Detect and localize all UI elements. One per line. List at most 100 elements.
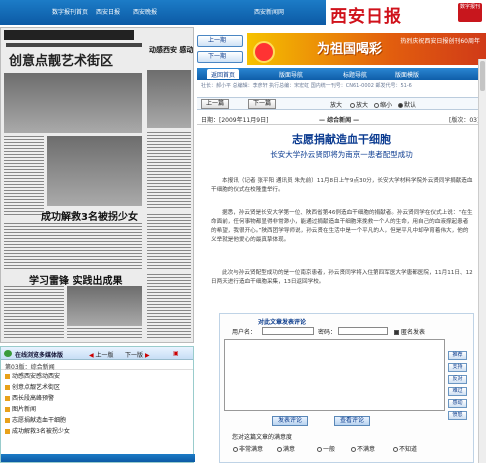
support-button[interactable]: 支持	[448, 363, 467, 372]
media-panel: 在线浏览多媒体版 ◀ 上一版 下一版 ▶ ▣ 第03版：综合新闻 动感西安感动西…	[0, 346, 195, 463]
pdf-icon[interactable]: ▣	[173, 350, 179, 357]
article-paragraph: 本报讯（记者 张平阳 通讯员 朱先前）11月8日上午9点30分，长安大学材料学院…	[211, 178, 473, 193]
next-article-button[interactable]: 下一篇	[248, 99, 277, 109]
globe-icon	[4, 350, 12, 357]
radio-icon	[233, 447, 238, 452]
media-footer	[1, 454, 195, 462]
password-label: 密码：	[318, 329, 337, 336]
emblem-icon	[253, 41, 275, 63]
text-column	[147, 132, 191, 210]
rating-neutral[interactable]: 一般	[316, 444, 335, 453]
radio-icon	[374, 103, 379, 108]
rating-unknown[interactable]: 不知道	[392, 444, 417, 453]
media-article-list: 动感西安感动西安 创意点靓艺术街区 西长段高峰预警 图片新闻 志愿捐献造血干细胞…	[1, 370, 193, 438]
text-column	[4, 136, 44, 216]
article-date: 日期：[2009年11月9日]	[201, 117, 269, 124]
bullet-icon	[5, 407, 10, 412]
list-item[interactable]: 创意点靓艺术街区	[5, 382, 189, 393]
top-nav-bar: 数字报刊首页 西安日报 西安晚报 西安新闻网 西安日报 数字报刊	[0, 0, 486, 27]
masthead-logo[interactable]: 西安日报 数字报刊	[326, 0, 486, 27]
moved-button[interactable]: 感动	[448, 399, 467, 408]
tab-page-template[interactable]: 版面模版	[395, 70, 419, 79]
sad-button[interactable]: 难过	[448, 387, 467, 396]
media-toolbar: 在线浏览多媒体版 ◀ 上一版 下一版 ▶ ▣	[1, 347, 193, 360]
password-input[interactable]	[338, 327, 388, 335]
rating-satisfied[interactable]: 满意	[276, 444, 295, 453]
submit-comment-button[interactable]: 发表评论	[272, 416, 309, 426]
nav-xian-evening-link[interactable]: 西安晚报	[133, 7, 157, 16]
rating-label: 非常满意	[239, 446, 264, 453]
zoom-option-in[interactable]: 放大	[349, 100, 368, 109]
zoom-default-label: 默认	[404, 102, 417, 109]
next-issue-button[interactable]: 下一期	[197, 51, 243, 63]
list-item[interactable]: 志愿捐献造血干细胞	[5, 415, 189, 426]
rating-label: 满意	[283, 446, 296, 453]
media-prev-label: 上一版	[95, 352, 114, 359]
article-paragraph: 此次与孙云贤配型成功的是一位南京患者，孙云贤同学将入住第四军医大学唐都医院，11…	[211, 270, 473, 285]
rating-label: 不满意	[357, 446, 376, 453]
text-column	[4, 286, 64, 340]
prev-issue-button[interactable]: 上一期	[197, 35, 243, 47]
angry-button[interactable]: 愤怒	[448, 411, 467, 420]
oppose-button[interactable]: 反对	[448, 375, 467, 384]
media-next-button[interactable]: 下一版 ▶	[125, 350, 150, 359]
list-item-label: 图片新闻	[12, 406, 37, 413]
nav-news-site-link[interactable]: 西安新闻网	[254, 7, 284, 16]
text-column	[147, 274, 191, 340]
tab-bar: 返回首页 版面导航 标题导航 版面模版	[197, 68, 486, 80]
headline-dynamic-xian: 动感西安 感动西安	[149, 46, 194, 54]
list-item[interactable]: 动感西安感动西安	[5, 371, 189, 382]
rating-question: 您对这篇文章的满意度	[232, 434, 293, 441]
username-input[interactable]	[262, 327, 314, 335]
tab-home[interactable]: 返回首页	[207, 69, 240, 79]
list-item-label: 西长段高峰预警	[12, 395, 55, 402]
zoom-out-label: 缩小	[380, 102, 393, 109]
headline-lei-feng: 学习雷锋 实践出成果	[29, 276, 123, 287]
media-prev-button[interactable]: ◀ 上一版	[89, 350, 114, 359]
bullet-icon	[5, 374, 10, 379]
bullet-icon	[5, 396, 10, 401]
rating-very-satisfied[interactable]: 非常满意	[232, 444, 263, 453]
radio-icon	[317, 447, 322, 452]
recommend-button[interactable]: 推荐	[448, 351, 467, 360]
tab-title-nav[interactable]: 标题导航	[343, 70, 367, 79]
photo-art-district	[4, 73, 142, 133]
rating-dissatisfied[interactable]: 不满意	[350, 444, 375, 453]
newspaper-page-image[interactable]: 创意点靓艺术街区 动感西安 感动西安 成功解救3名被拐少女 学习雷锋 实践出成果	[0, 27, 194, 343]
checkbox-icon	[394, 330, 399, 335]
headline-art-district: 创意点靓艺术街区	[9, 54, 114, 69]
list-item-label: 动感西安感动西安	[12, 373, 61, 380]
anniversary-banner[interactable]: 为祖国喝彩 热烈庆祝西安日报创刊60周年	[247, 33, 486, 65]
bullet-icon	[5, 385, 10, 390]
zoom-in-label: 放大	[356, 102, 369, 109]
list-item-label: 成功解救3名被拐少女	[12, 428, 70, 435]
zoom-option-default[interactable]: 默认	[397, 100, 416, 109]
text-column	[67, 328, 142, 340]
list-item[interactable]: 西长段高峰预警	[5, 393, 189, 404]
view-comments-button[interactable]: 查看评论	[334, 416, 371, 426]
article-toolbar: 上一篇 下一篇 放大 放大 缩小 默认	[197, 97, 486, 110]
issue-nav: 上一期 下一期	[197, 35, 247, 67]
prev-article-button[interactable]: 上一篇	[201, 99, 230, 109]
nav-xian-daily-link[interactable]: 西安日报	[96, 7, 120, 16]
anonymous-label: 匿名发表	[401, 329, 426, 336]
comment-form: 对此文章发表评论 用户名： 密码： 匿名发表 推荐 支持 反对 难过 感动 愤怒…	[219, 313, 474, 463]
radio-icon	[351, 447, 356, 452]
list-item[interactable]: 图片新闻	[5, 404, 189, 415]
scrollbar-thumb[interactable]	[480, 61, 485, 91]
logo-text: 西安日报	[330, 7, 402, 27]
nav-home-link[interactable]: 数字报刊首页	[52, 7, 88, 16]
anonymous-checkbox[interactable]: 匿名发表	[394, 327, 425, 336]
list-item[interactable]: 成功解救3名被拐少女	[5, 426, 189, 437]
article-edition: [版次：03]	[449, 117, 480, 124]
rating-label: 一般	[323, 446, 336, 453]
scrollbar[interactable]	[478, 59, 486, 463]
username-label: 用户名：	[232, 329, 257, 336]
media-section-label: 第03版：综合新闻	[1, 360, 193, 371]
tab-page-nav[interactable]: 版面导航	[279, 70, 303, 79]
comment-textarea[interactable]	[224, 339, 445, 411]
zoom-option-out[interactable]: 缩小	[373, 100, 392, 109]
radio-icon	[393, 447, 398, 452]
zoom-label: 放大	[330, 102, 343, 109]
radio-icon	[277, 447, 282, 452]
